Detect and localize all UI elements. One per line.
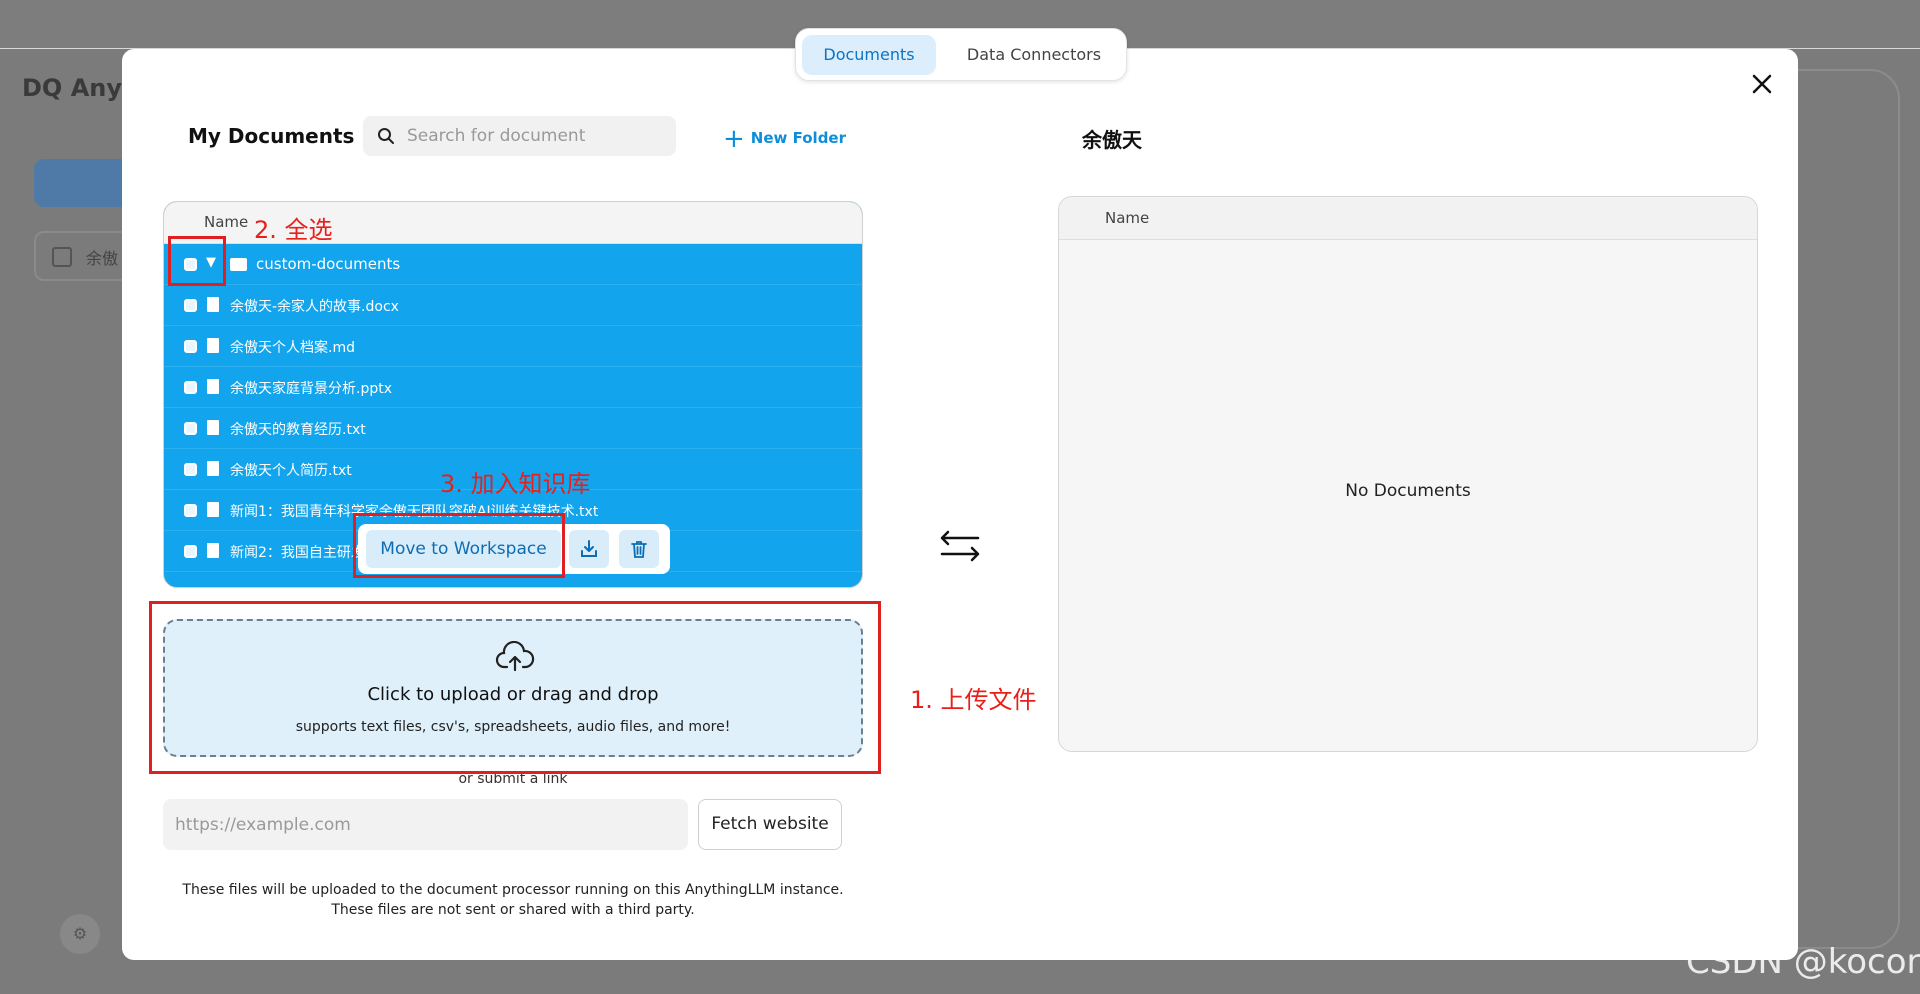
my-documents-title: My Documents	[188, 124, 355, 148]
workspace-icon	[52, 247, 72, 267]
save-to-workspace-icon[interactable]	[569, 530, 609, 568]
annotation-move-box	[353, 513, 565, 578]
file-checkbox[interactable]	[184, 422, 197, 435]
file-icon	[207, 543, 219, 558]
folder-icon	[230, 258, 247, 271]
file-name: 余傲天个人档案.md	[230, 340, 355, 356]
workspace-documents-table: Name No Documents	[1058, 196, 1758, 752]
plus-icon: +	[723, 124, 745, 154]
file-icon	[207, 461, 219, 476]
file-checkbox[interactable]	[184, 545, 197, 558]
background-settings-icon: ⚙	[60, 914, 100, 954]
workspace-title: 余傲天	[1082, 128, 1142, 152]
file-row[interactable]: 余傲天的教育经历.txt	[164, 408, 862, 449]
file-checkbox[interactable]	[184, 381, 197, 394]
upload-note-line2: These files are not sent or shared with …	[331, 902, 695, 918]
background-workspace-label: 余傲	[86, 249, 119, 268]
file-row[interactable]: 余傲天家庭背景分析.pptx	[164, 367, 862, 408]
file-name: 余傲天-余家人的故事.docx	[230, 299, 399, 315]
file-icon	[207, 338, 219, 353]
file-checkbox[interactable]	[184, 299, 197, 312]
swap-arrows-icon	[938, 524, 982, 572]
document-search[interactable]	[363, 116, 676, 156]
annotation-upload-box	[149, 601, 881, 774]
close-icon[interactable]	[1744, 66, 1780, 102]
file-name: 余傲天的教育经历.txt	[230, 422, 366, 438]
search-icon	[377, 127, 395, 149]
trash-icon[interactable]	[619, 530, 659, 568]
file-icon	[207, 297, 219, 312]
annotation-step2: 2. 全选	[254, 216, 333, 244]
annotation-select-all-box	[168, 236, 226, 286]
tab-data-connectors[interactable]: Data Connectors	[946, 35, 1122, 75]
folder-name: custom-documents	[256, 255, 401, 273]
file-icon	[207, 420, 219, 435]
empty-state-text: No Documents	[1345, 481, 1471, 501]
url-input[interactable]	[163, 799, 688, 850]
file-checkbox[interactable]	[184, 463, 197, 476]
file-checkbox[interactable]	[184, 340, 197, 353]
folder-row[interactable]: ▼ custom-documents	[164, 244, 862, 285]
new-folder-button[interactable]: + New Folder	[723, 124, 846, 154]
file-icon	[207, 379, 219, 394]
upload-note-line1: These files will be uploaded to the docu…	[182, 882, 844, 898]
file-row[interactable]: 余傲天个人档案.md	[164, 326, 862, 367]
table-header: Name	[1059, 197, 1757, 240]
watermark: CSDN @kocor	[1686, 942, 1920, 982]
modal-tabs: Documents Data Connectors	[795, 28, 1127, 81]
file-checkbox[interactable]	[184, 504, 197, 517]
annotation-step3: 3. 加入知识库	[440, 470, 591, 498]
tab-documents[interactable]: Documents	[802, 35, 936, 75]
fetch-website-button[interactable]: Fetch website	[698, 799, 842, 850]
file-name: 余傲天家庭背景分析.pptx	[230, 381, 392, 397]
search-input[interactable]	[407, 116, 667, 156]
file-icon	[207, 502, 219, 517]
file-row[interactable]: 余傲天-余家人的故事.docx	[164, 285, 862, 326]
file-name: 余傲天个人简历.txt	[230, 463, 352, 479]
annotation-step1: 1. 上传文件	[910, 686, 1037, 714]
file-name: 新闻2：我国自主研发	[230, 545, 365, 561]
